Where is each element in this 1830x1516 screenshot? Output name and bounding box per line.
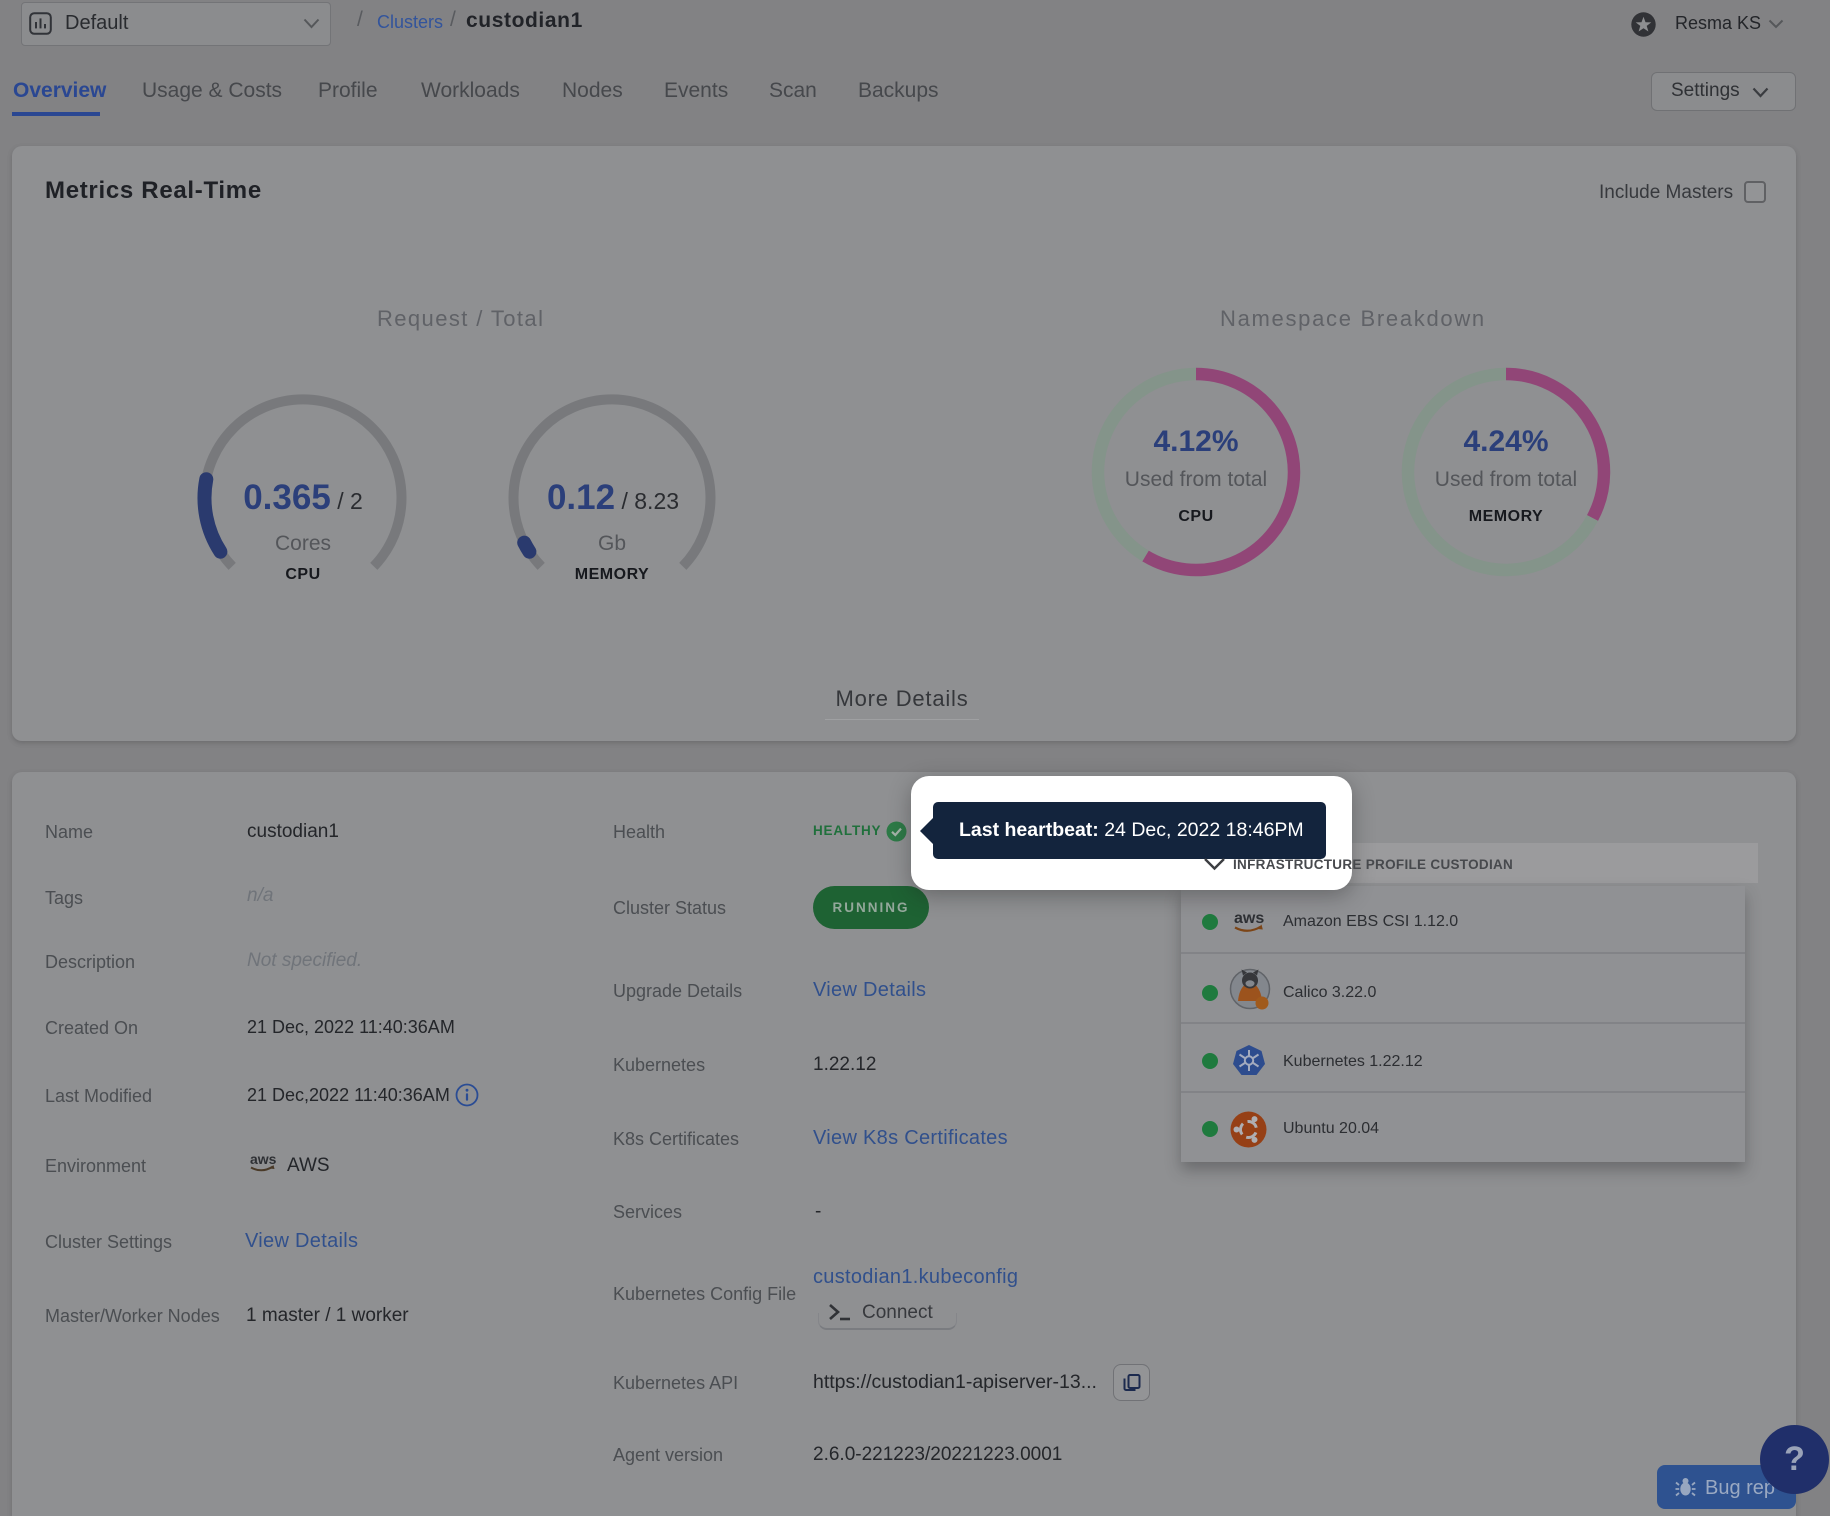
svg-text:aws: aws — [250, 1151, 277, 1167]
svg-text:aws: aws — [1234, 910, 1264, 927]
